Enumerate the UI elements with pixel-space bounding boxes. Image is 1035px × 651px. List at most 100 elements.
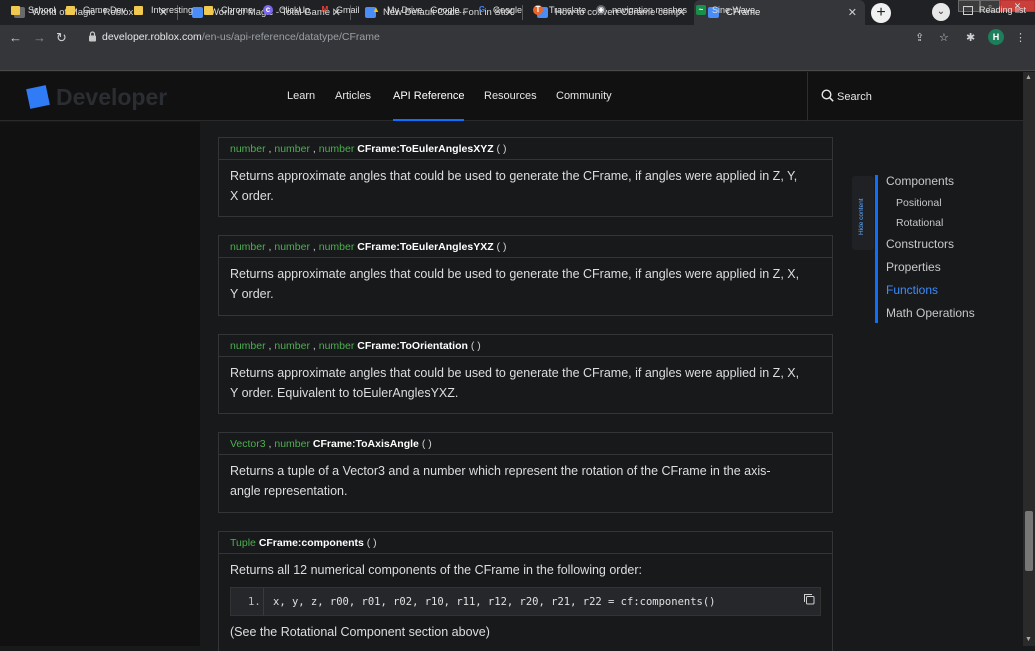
bookmark-sine-wave[interactable]: ~ Sine Wave — [696, 5, 755, 15]
return-type[interactable]: number — [274, 340, 310, 352]
return-type[interactable]: Vector3 — [230, 438, 266, 450]
code-footnote: (See the Rotational Component section ab… — [230, 625, 490, 639]
return-type[interactable]: number — [230, 340, 266, 352]
nav-articles[interactable]: Articles — [335, 90, 371, 102]
scrollbar-thumb[interactable] — [1025, 511, 1033, 571]
function-signature: number , number , number CFrame:ToEulerA… — [219, 138, 832, 160]
return-type[interactable]: number — [274, 241, 310, 253]
share-icon[interactable]: ⇪ — [915, 31, 924, 44]
return-type[interactable]: number — [230, 241, 266, 253]
clickup-icon: c — [263, 5, 273, 15]
bookmark-game-dev[interactable]: Game Dev — [66, 5, 126, 15]
reading-list-label: Reading list — [979, 5, 1027, 15]
description-line: Returns a tuple of a Vector3 and a numbe… — [230, 464, 771, 478]
extensions-icon[interactable]: ✱ — [966, 31, 975, 44]
return-type[interactable]: number — [274, 143, 310, 155]
toc-properties[interactable]: Properties — [886, 260, 941, 274]
scroll-up-icon[interactable]: ▲ — [1025, 74, 1032, 81]
code-block[interactable]: 1. x, y, z, r00, r01, r02, r10, r11, r12… — [230, 587, 821, 616]
bookmark-star-icon[interactable]: ☆ — [939, 31, 949, 44]
bookmark-translate[interactable]: T Translate — [533, 5, 586, 15]
toc-components[interactable]: Components — [886, 174, 954, 188]
function-card-toeuleranglesyxz: number , number , number CFrame:ToEulerA… — [218, 235, 833, 316]
close-icon[interactable]: ✕ — [848, 6, 857, 19]
left-sidebar — [0, 122, 200, 646]
function-signature: Tuple CFrame:components ( ) — [219, 532, 832, 554]
function-signature: Vector3 , number CFrame:ToAxisAngle ( ) — [219, 433, 832, 455]
function-signature: number , number , number CFrame:ToOrient… — [219, 335, 832, 357]
function-description: Returns a tuple of a Vector3 and a numbe… — [219, 455, 832, 507]
url-path: /en-us/api-reference/datatype/CFrame — [201, 31, 380, 43]
function-params: ( ) — [366, 537, 377, 549]
description-line: Returns all 12 numerical components of t… — [230, 563, 643, 577]
return-type[interactable]: number — [319, 143, 355, 155]
hide-content-label: Hide content — [858, 198, 865, 236]
reading-list-icon — [963, 5, 973, 15]
reload-icon[interactable]: ↻ — [56, 30, 67, 46]
toc-positional[interactable]: Positional — [896, 197, 942, 209]
function-card-toorientation: number , number , number CFrame:ToOrient… — [218, 334, 833, 414]
reading-list-button[interactable]: Reading list — [963, 5, 1026, 15]
bookmark-label: My Drive - Google... — [387, 5, 468, 15]
bookmark-my-drive[interactable]: ▲ My Drive - Google... — [371, 5, 467, 15]
bookmark-chrome[interactable]: Chrome — [204, 5, 253, 15]
description-line: Y order. Equivalent to toEulerAnglesYXZ. — [230, 386, 459, 400]
bookmark-label: Google — [493, 5, 523, 15]
function-description: Returns approximate angles that could be… — [219, 160, 832, 212]
bookmark-label: Sine Wave — [712, 5, 756, 15]
description-line: Returns approximate angles that could be… — [230, 169, 798, 183]
profile-avatar[interactable]: H — [988, 29, 1004, 45]
function-signature: number , number , number CFrame:ToEulerA… — [219, 236, 832, 258]
return-type[interactable]: Tuple — [230, 537, 256, 549]
roblox-logo-icon[interactable] — [26, 85, 50, 109]
bookmark-label: Translate — [549, 5, 587, 15]
bookmark-school[interactable]: School — [11, 5, 56, 15]
return-type[interactable]: number — [274, 438, 310, 450]
bookmarks-bar — [0, 50, 1035, 71]
bookmark-interesting[interactable]: Interesting — [134, 5, 193, 15]
google-icon: G — [478, 5, 486, 14]
description-line: Returns approximate angles that could be… — [230, 267, 800, 281]
search-button[interactable]: Search — [837, 91, 872, 103]
active-nav-indicator — [393, 119, 464, 121]
toc-functions[interactable]: Functions — [886, 283, 938, 297]
bookmark-google[interactable]: G Google — [477, 5, 522, 15]
bookmark-label: Gmail — [336, 5, 360, 15]
nav-community[interactable]: Community — [556, 90, 612, 102]
function-params: ( ) — [421, 438, 432, 450]
folder-icon — [134, 5, 143, 15]
toc-constructors[interactable]: Constructors — [886, 237, 954, 251]
new-tab-button[interactable]: + — [871, 3, 891, 23]
code-line-number: 1. — [248, 596, 261, 608]
nav-api-reference[interactable]: API Reference — [393, 90, 465, 102]
bookmark-label: Interesting — [151, 5, 194, 15]
scroll-down-icon[interactable]: ▼ — [1025, 636, 1032, 643]
nav-resources[interactable]: Resources — [484, 90, 537, 102]
nav-learn[interactable]: Learn — [287, 90, 315, 102]
tab-search-chevron-icon[interactable]: ⌄ — [932, 3, 950, 21]
bookmark-label: Game Dev — [83, 5, 127, 15]
return-type[interactable]: number — [319, 340, 355, 352]
forward-arrow-icon[interactable]: → — [33, 30, 46, 45]
lock-icon — [89, 31, 96, 42]
bookmark-label: ClickUp — [279, 5, 311, 15]
function-name: CFrame:ToEulerAnglesXYZ — [357, 143, 494, 155]
bookmark-clickup[interactable]: c ClickUp — [263, 5, 310, 15]
search-icon[interactable] — [821, 89, 834, 102]
header-divider — [807, 72, 808, 121]
description-line: Y order. — [230, 287, 274, 301]
return-type[interactable]: number — [230, 143, 266, 155]
site-logo-text[interactable]: Developer — [56, 84, 167, 111]
bookmark-gmail[interactable]: M Gmail — [320, 5, 360, 15]
function-description: Returns approximate angles that could be… — [219, 357, 832, 409]
bookmark-navigation-meshes[interactable]: ◉ navigation meshes — [596, 5, 687, 15]
menu-kebab-icon[interactable]: ⋮ — [1015, 31, 1026, 44]
back-arrow-icon[interactable]: ← — [9, 30, 22, 45]
return-type[interactable]: number — [319, 241, 355, 253]
copy-icon[interactable] — [803, 593, 815, 605]
folder-icon — [66, 5, 75, 15]
gmail-icon: M — [321, 5, 329, 14]
sine-wave-icon: ~ — [696, 5, 706, 15]
toc-rotational[interactable]: Rotational — [896, 217, 943, 229]
toc-math-operations[interactable]: Math Operations — [886, 306, 975, 320]
